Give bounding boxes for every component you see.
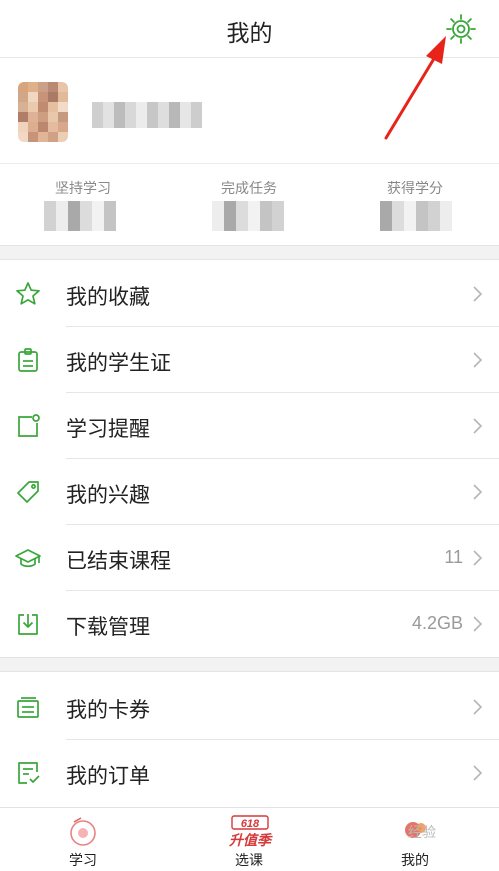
section-divider <box>0 657 499 672</box>
menu-item-label: 我的卡券 <box>66 699 150 722</box>
stat-label: 坚持学习 <box>55 180 111 196</box>
order-icon <box>18 762 40 784</box>
star-icon <box>16 282 40 305</box>
menu-item-study-reminder[interactable]: 学习提醒 <box>0 393 499 459</box>
menu-item-value: 4.2GB <box>411 613 463 633</box>
menu-item-interests[interactable]: 我的兴趣 <box>0 459 499 525</box>
menu-item-label: 我的兴趣 <box>66 484 150 507</box>
student-card-icon <box>18 348 38 372</box>
stat-value-blurred <box>212 201 284 231</box>
promo-618-number: 618 <box>241 818 260 830</box>
menu-item-finished-courses[interactable]: 已结束课程 11 <box>0 525 499 591</box>
stat-value-blurred <box>44 201 116 231</box>
stat-study-days[interactable]: 坚持学习 <box>0 165 166 245</box>
stat-value-blurred <box>380 201 452 231</box>
avatar[interactable] <box>18 82 68 142</box>
stat-tasks-completed[interactable]: 完成任务 <box>166 165 332 245</box>
reminder-icon <box>18 414 40 437</box>
menu-item-label: 我的订单 <box>66 765 150 788</box>
download-icon <box>18 614 38 635</box>
chevron-right-icon <box>473 484 483 500</box>
menu-item-label: 我的学生证 <box>66 352 171 375</box>
gear-icon[interactable] <box>444 12 478 46</box>
chevron-right-icon <box>473 616 483 632</box>
promo-618-text: 升值季 <box>228 832 273 849</box>
header: 我的 <box>0 0 499 58</box>
chevron-right-icon <box>473 286 483 302</box>
tab-label: 选课 <box>235 852 263 868</box>
menu-item-downloads[interactable]: 下载管理 4.2GB <box>0 591 499 657</box>
menu-item-label: 我的收藏 <box>66 286 150 309</box>
tag-icon <box>17 481 39 503</box>
tab-study[interactable]: 学习 <box>0 808 166 871</box>
graduation-cap-icon <box>15 549 41 568</box>
menu-item-label: 下载管理 <box>66 616 150 639</box>
menu-item-student-card[interactable]: 我的学生证 <box>0 327 499 393</box>
page-title: 我的 <box>226 20 273 46</box>
chevron-right-icon <box>473 352 483 368</box>
menu-item-orders[interactable]: 我的订单 <box>0 740 499 806</box>
menu-item-favorites[interactable]: 我的收藏 <box>0 261 499 327</box>
menu-item-value: 11 <box>444 547 463 567</box>
stat-credits[interactable]: 获得学分 <box>332 165 498 245</box>
menu-item-label: 学习提醒 <box>66 418 150 441</box>
chevron-right-icon <box>473 418 483 434</box>
chevron-right-icon <box>473 765 483 781</box>
stat-label: 完成任务 <box>221 180 277 196</box>
coupon-icon <box>17 697 39 718</box>
section-divider <box>0 245 499 260</box>
profile-card[interactable] <box>0 58 499 164</box>
watermark-text: 经验 <box>408 824 436 840</box>
chevron-right-icon <box>473 699 483 715</box>
chevron-right-icon <box>473 550 483 566</box>
study-icon <box>70 817 96 846</box>
promo-618-icon[interactable]: 618 升值季 <box>222 815 278 849</box>
menu-item-label: 已结束课程 <box>66 550 171 573</box>
username-blurred <box>92 102 202 128</box>
tab-label: 学习 <box>69 852 97 868</box>
tab-label: 我的 <box>401 852 429 868</box>
stat-label: 获得学分 <box>387 180 443 196</box>
stats-row: 坚持学习 完成任务 获得学分 <box>0 165 499 245</box>
menu-item-coupons[interactable]: 我的卡券 <box>0 674 499 740</box>
